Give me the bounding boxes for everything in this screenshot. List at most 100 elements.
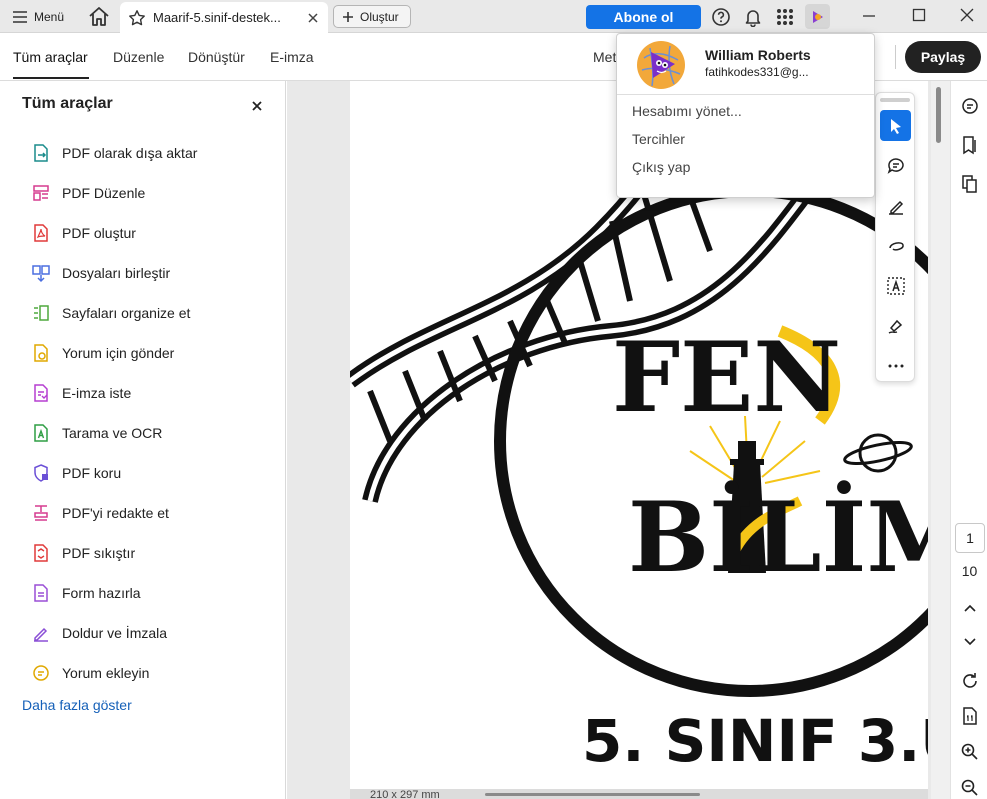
tab-convert[interactable]: Dönüştür (188, 49, 245, 65)
tab-close-icon[interactable] (306, 11, 320, 25)
divider (617, 94, 874, 95)
maximize-icon[interactable] (907, 5, 931, 27)
help-icon[interactable] (711, 7, 731, 27)
bookmark-icon[interactable] (959, 134, 981, 156)
tab-esign[interactable]: E-imza (270, 49, 314, 65)
plus-icon (342, 11, 354, 23)
create-label: Oluştur (360, 9, 399, 24)
page-size-label: 210 x 297 mm (370, 789, 440, 799)
avatar[interactable] (805, 4, 830, 29)
zoom-out-icon[interactable] (959, 777, 981, 799)
text-tool-button[interactable] (880, 270, 911, 301)
close-panel-icon[interactable] (251, 100, 263, 112)
account-avatar (636, 40, 686, 90)
apps-grid-icon[interactable] (775, 7, 795, 27)
scan-ocr-icon (30, 422, 52, 444)
zoom-in-icon[interactable] (959, 741, 981, 763)
tool-label: Dosyaları birleştir (62, 265, 171, 281)
drag-handle[interactable] (880, 98, 910, 102)
cover-title-line1: FEN (612, 321, 841, 434)
tool-scan-ocr[interactable]: Tarama ve OCR (30, 418, 270, 448)
quick-tools-bar (875, 92, 915, 382)
tool-combine-files[interactable]: Dosyaları birleştir (30, 258, 270, 288)
select-tool-button[interactable] (880, 110, 911, 141)
tool-send-for-comment[interactable]: Yorum için gönder (30, 338, 270, 368)
share-button[interactable]: Paylaş (905, 41, 981, 73)
rotate-icon[interactable] (959, 670, 981, 692)
chevron-up-icon[interactable] (959, 597, 981, 619)
chevron-down-icon[interactable] (959, 631, 981, 653)
cover-subtitle: 5. SINIF 3.ÜN (582, 706, 928, 775)
tool-label: E-imza iste (62, 385, 132, 401)
toolbar-partial-label[interactable]: Met (593, 49, 616, 65)
sign-tool-button[interactable] (880, 310, 911, 341)
comment-tool-button[interactable] (880, 150, 911, 181)
tab-edit[interactable]: Düzenle (113, 49, 164, 65)
toolbar-divider (895, 45, 896, 69)
tool-label: Form hazırla (62, 585, 141, 601)
tool-protect-pdf[interactable]: PDF koru (30, 458, 270, 488)
tool-add-comment[interactable]: Yorum ekleyin (30, 658, 270, 688)
lasso-icon (886, 236, 906, 256)
show-more-link[interactable]: Daha fazla göster (22, 697, 132, 713)
sign-out-item[interactable]: Çıkış yap (632, 159, 690, 175)
subscribe-button[interactable]: Abone ol (586, 5, 701, 29)
pages-thumbnail-icon[interactable] (959, 173, 981, 195)
tool-prepare-form[interactable]: Form hazırla (30, 578, 270, 608)
tool-redact-pdf[interactable]: PDF'yi redakte et (30, 498, 270, 528)
close-window-icon[interactable] (955, 5, 979, 27)
active-tab-underline (13, 77, 89, 79)
tool-label: Yorum için gönder (62, 345, 175, 361)
pen-icon (886, 196, 906, 216)
tool-organize-pages[interactable]: Sayfaları organize et (30, 298, 270, 328)
account-menu: William Roberts fatihkodes331@g... Hesab… (616, 33, 875, 198)
tool-label: PDF Düzenle (62, 185, 146, 201)
draw-tool-button[interactable] (880, 230, 911, 261)
vertical-scrollbar-thumb[interactable] (936, 87, 941, 143)
comment-icon (886, 156, 906, 176)
tool-label: PDF koru (62, 465, 122, 481)
manage-account-item[interactable]: Hesabımı yönet... (632, 103, 742, 119)
home-icon[interactable] (86, 5, 112, 29)
right-rail: 1 10 (950, 81, 987, 799)
account-name: William Roberts (705, 47, 811, 63)
tool-label: PDF oluştur (62, 225, 136, 241)
current-page-input[interactable]: 1 (955, 523, 985, 553)
tool-label: PDF olarak dışa aktar (62, 145, 198, 161)
request-esign-icon (30, 382, 52, 404)
document-tab[interactable]: Maarif-5.sinif-destek... (120, 2, 328, 33)
bell-icon[interactable] (743, 7, 763, 27)
title-bar: Menü Maarif-5.sinif-destek... Oluştur Ab… (0, 0, 987, 33)
tab-title: Maarif-5.sinif-destek... (153, 10, 281, 25)
tool-request-esign[interactable]: E-imza iste (30, 378, 270, 408)
edit-pdf-icon (30, 182, 52, 204)
create-pdf-icon (30, 222, 52, 244)
tool-edit-pdf[interactable]: PDF Düzenle (30, 178, 270, 208)
tool-fill-sign[interactable]: Doldur ve İmzala (30, 618, 270, 648)
tool-label: PDF'yi redakte et (62, 505, 169, 521)
preferences-item[interactable]: Tercihler (632, 131, 685, 147)
export-pdf-icon (30, 142, 52, 164)
fit-page-icon[interactable] (959, 705, 981, 727)
menu-button[interactable]: Menü (6, 4, 72, 29)
cover-title-line2: BİLİM (628, 481, 928, 594)
comments-panel-icon[interactable] (959, 95, 981, 117)
tab-all-tools[interactable]: Tüm araçlar (13, 49, 88, 65)
tool-label: PDF sıkıştır (62, 545, 136, 561)
compress-pdf-icon (30, 542, 52, 564)
tool-label: Sayfaları organize et (62, 305, 191, 321)
combine-files-icon (30, 262, 52, 284)
fill-sign-icon (30, 622, 52, 644)
tool-export-pdf[interactable]: PDF olarak dışa aktar (30, 138, 270, 168)
highlight-tool-button[interactable] (880, 190, 911, 221)
tool-compress-pdf[interactable]: PDF sıkıştır (30, 538, 270, 568)
tool-create-pdf[interactable]: PDF oluştur (30, 218, 270, 248)
star-icon[interactable] (128, 9, 146, 27)
create-button[interactable]: Oluştur (333, 5, 411, 28)
vertical-scrollbar-track[interactable] (931, 81, 950, 799)
page-size-bar: 210 x 297 mm (350, 789, 928, 799)
minimize-icon[interactable] (857, 5, 881, 27)
account-email: fatihkodes331@g... (705, 65, 809, 79)
horizontal-scrollbar[interactable] (485, 793, 700, 796)
more-tools-button[interactable] (880, 350, 911, 381)
